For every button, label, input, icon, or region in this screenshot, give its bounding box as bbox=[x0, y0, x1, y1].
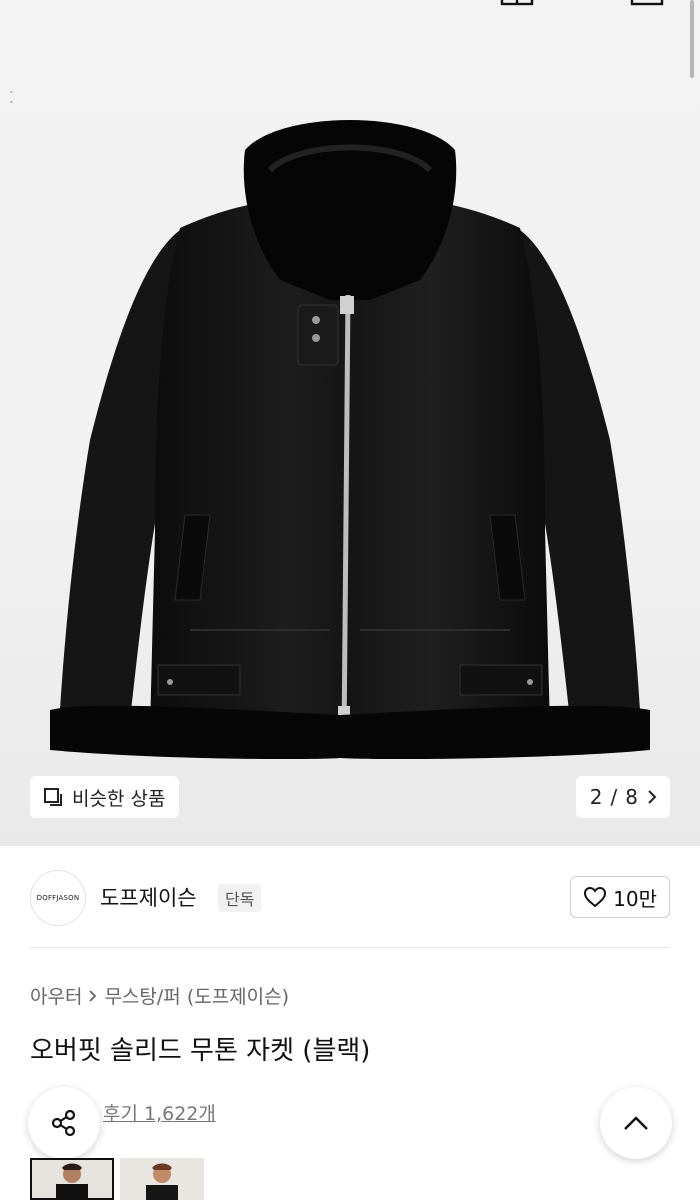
brand-logo-text: DOFFJASON bbox=[36, 894, 80, 902]
brand-name[interactable]: 도프제이슨 bbox=[100, 882, 197, 912]
product-image-gallery[interactable]: 비슷한 상품 2 / 8 bbox=[0, 0, 700, 846]
exclusive-badge: 단독 bbox=[218, 884, 262, 912]
scrollbar[interactable] bbox=[690, 0, 694, 78]
image-artifact bbox=[10, 90, 13, 104]
breadcrumb-subcategory[interactable]: 무스탕/퍼 (도프제이슨) bbox=[104, 982, 289, 1009]
chevron-right-icon bbox=[648, 790, 657, 804]
heart-icon bbox=[584, 886, 607, 908]
pager-current: 2 bbox=[589, 785, 603, 809]
brand-logo[interactable]: DOFFJASON bbox=[30, 870, 86, 926]
top-toolbar-icons bbox=[0, 0, 700, 8]
product-image-jacket bbox=[50, 120, 650, 760]
share-icon bbox=[51, 1109, 76, 1137]
chevron-right-icon bbox=[89, 989, 97, 1002]
pager-total: 8 bbox=[625, 785, 638, 809]
similar-products-label: 비슷한 상품 bbox=[72, 787, 166, 810]
image-pager[interactable]: 2 / 8 bbox=[575, 776, 670, 818]
share-button[interactable] bbox=[28, 1087, 100, 1159]
pager-separator: / bbox=[610, 785, 618, 809]
review-link[interactable]: 후기 1,622개 bbox=[103, 1099, 216, 1126]
copy-squares-icon bbox=[44, 788, 62, 806]
thumbnail-photo bbox=[120, 1158, 204, 1200]
divider bbox=[30, 947, 670, 948]
like-count: 10만 bbox=[613, 886, 657, 911]
menu-icon[interactable] bbox=[630, 0, 664, 6]
like-button[interactable]: 10만 bbox=[570, 876, 670, 918]
scroll-top-button[interactable] bbox=[600, 1087, 672, 1159]
breadcrumb: 아우터 무스탕/퍼 (도프제이슨) bbox=[30, 982, 289, 1009]
review-thumbnail[interactable] bbox=[120, 1158, 204, 1200]
search-icon[interactable] bbox=[580, 0, 604, 6]
thumbnail-photo bbox=[32, 1160, 112, 1198]
breadcrumb-category[interactable]: 아우터 bbox=[30, 982, 82, 1009]
brand-row: DOFFJASON 도프제이슨 단독 10만 bbox=[0, 848, 700, 948]
review-thumbnail[interactable] bbox=[30, 1158, 114, 1200]
chevron-up-icon bbox=[624, 1116, 648, 1130]
back-arrow-icon[interactable] bbox=[46, 0, 66, 6]
review-thumbnails bbox=[30, 1158, 204, 1200]
cart-icon[interactable] bbox=[500, 0, 534, 6]
similar-products-button[interactable]: 비슷한 상품 bbox=[30, 776, 180, 818]
product-title: 오버핏 솔리드 무톤 자켓 (블랙) bbox=[30, 1036, 371, 1066]
